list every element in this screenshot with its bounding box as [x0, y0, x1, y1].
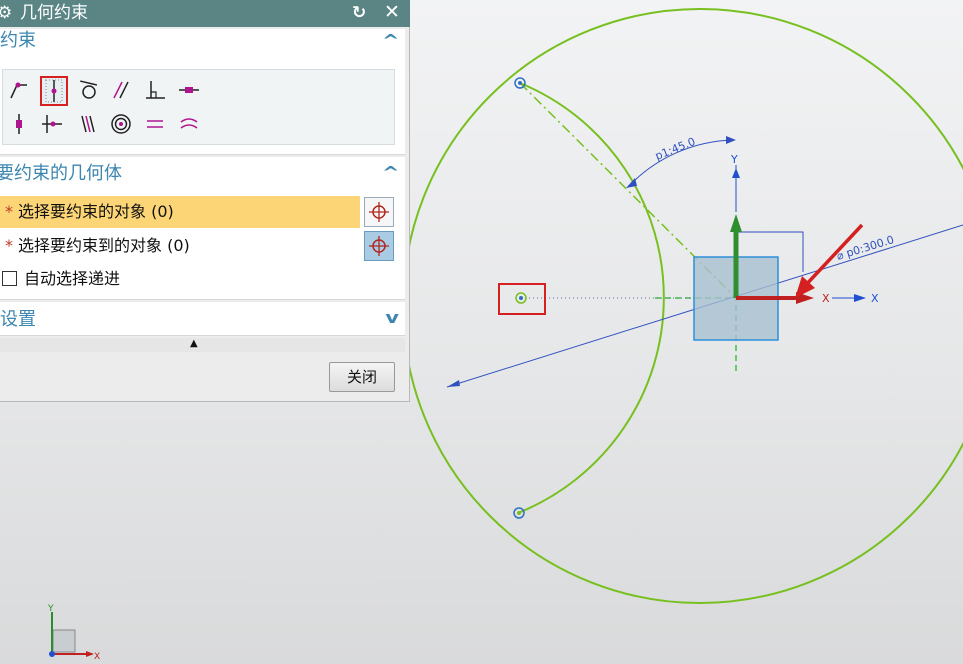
collapse-chevron-icon[interactable]: ^ — [382, 163, 399, 182]
midpoint-tool-icon[interactable] — [40, 112, 64, 136]
x-dir-head — [854, 294, 866, 302]
arc-endpoint-bottom-dot — [517, 511, 521, 515]
angle-arrowhead-right — [726, 136, 736, 144]
expand-chevron-icon[interactable]: v — [385, 308, 399, 327]
crosshair-select-icon[interactable] — [364, 197, 394, 227]
constraints-header[interactable]: 约束 — [0, 29, 36, 53]
collinear-tool-icon[interactable] — [76, 112, 100, 136]
svg-text:X: X — [94, 652, 100, 662]
vertical-tool-icon[interactable] — [7, 112, 31, 136]
angle-dim-text[interactable]: p1:45.0 — [653, 135, 697, 163]
diameter-dim-text[interactable]: ⌀ p0:300.0 — [835, 233, 896, 263]
large-circle[interactable] — [402, 8, 963, 604]
select-object-label: 选择要约束的对象 (0) — [18, 202, 174, 221]
dialog-titlebar[interactable]: ⚙ 几何约束 ↻ ✕ — [0, 0, 410, 27]
settings-header[interactable]: 设置 — [0, 308, 36, 332]
svg-text:Y: Y — [47, 604, 54, 614]
concentric-tool-icon[interactable] — [109, 112, 133, 136]
geometry-header[interactable]: 要约束的几何体 — [0, 162, 122, 186]
select-target-label: 选择要约束到的对象 (0) — [18, 236, 190, 255]
close-icon[interactable]: ✕ — [384, 2, 400, 23]
coincident-tool-icon[interactable] — [7, 78, 31, 102]
perpendicular-tool-icon[interactable] — [143, 78, 167, 102]
triangle-up-icon: ▲ — [190, 338, 198, 349]
gear-icon[interactable]: ⚙ — [0, 3, 12, 23]
select-target-row[interactable]: * 选择要约束到的对象 (0) — [0, 230, 405, 262]
x-label-blue: X — [871, 292, 879, 305]
auto-advance-label: 自动选择递进 — [24, 269, 121, 288]
close-button[interactable]: 关闭 — [329, 362, 395, 392]
point-on-curve-tool-icon[interactable] — [40, 76, 68, 106]
auto-advance-row[interactable]: 自动选择递进 — [0, 263, 405, 295]
required-mark: * — [5, 202, 13, 221]
horizontal-tool-icon[interactable] — [177, 78, 201, 102]
constraint-palette — [2, 69, 395, 145]
parallel-tool-icon[interactable] — [109, 78, 133, 102]
required-mark: * — [5, 236, 13, 255]
y-dir-head — [732, 168, 740, 178]
equal-radius-tool-icon[interactable] — [177, 112, 201, 136]
collapse-chevron-icon[interactable]: ^ — [382, 31, 399, 50]
y-label-blue: Y — [730, 153, 738, 166]
select-object-row[interactable]: * 选择要约束的对象 (0) — [0, 196, 405, 228]
equal-length-tool-icon[interactable] — [143, 112, 167, 136]
geometric-constraints-dialog: ⚙ 几何约束 ↻ ✕ 约束 ^ 要约束的几何体 ^ * 选择要约束的对象 (0)… — [0, 0, 410, 402]
view-triad: X Y — [47, 604, 100, 662]
diameter-arrowhead — [447, 380, 460, 387]
z-axis-head — [730, 214, 742, 232]
arc-endpoint-top-dot — [518, 81, 522, 85]
settings-group[interactable]: 设置 v — [0, 302, 405, 336]
more-options-expander[interactable]: ▲ — [0, 338, 405, 352]
constraints-group: 约束 ^ — [0, 29, 405, 155]
geometry-to-constrain-group: 要约束的几何体 ^ * 选择要约束的对象 (0) * 选择要约束到的对象 (0)… — [0, 157, 405, 300]
sketch-point-dot — [519, 296, 523, 300]
crosshair-select-icon[interactable] — [364, 231, 394, 261]
reset-icon[interactable]: ↻ — [352, 3, 366, 23]
auto-advance-checkbox[interactable] — [2, 271, 17, 286]
dialog-title: 几何约束 — [20, 3, 88, 23]
tangent-tool-icon[interactable] — [76, 78, 100, 102]
x-label-red: X — [822, 292, 830, 305]
